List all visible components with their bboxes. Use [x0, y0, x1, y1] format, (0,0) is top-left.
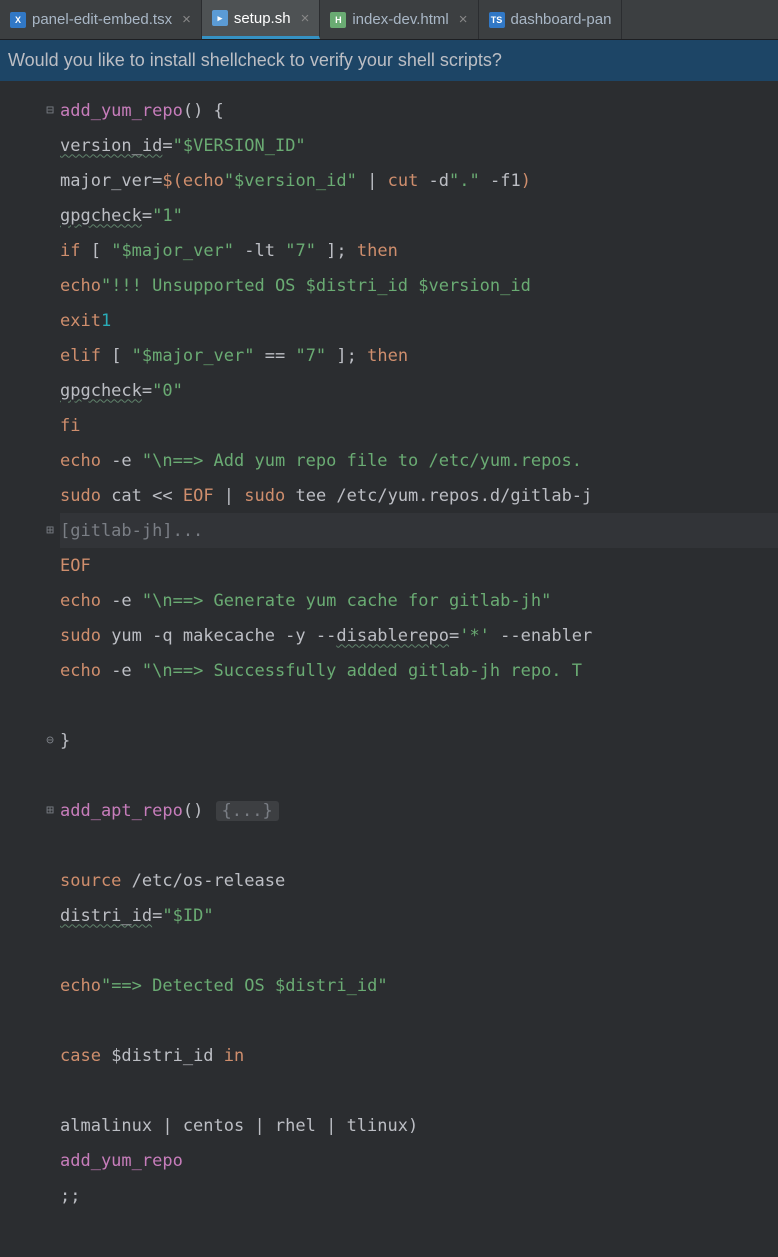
close-icon[interactable]: × [182, 11, 191, 28]
code-editor[interactable]: ⊟ ⊞ ⊖ ⊞ add_yum_repo() { vers [0, 81, 778, 1213]
fold-toggle-icon[interactable]: ⊟ [46, 103, 58, 118]
gutter: ⊟ ⊞ ⊖ ⊞ [0, 81, 60, 1213]
tab-label: panel-edit-embed.tsx [32, 11, 172, 28]
shellcheck-install-banner[interactable]: Would you like to install shellcheck to … [0, 40, 778, 81]
folded-body[interactable]: {...} [216, 801, 279, 821]
ts-file-icon: TS [489, 12, 505, 28]
html-file-icon: H [330, 12, 346, 28]
fold-close-icon[interactable]: ⊖ [46, 733, 58, 748]
function-name: add_apt_repo [60, 801, 183, 821]
variable-assignment: gpgcheck [60, 206, 142, 226]
variable-assignment: major_ver [60, 171, 152, 191]
function-name: add_yum_repo [60, 101, 183, 121]
variable-assignment: version_id [60, 136, 162, 156]
tab-panel-edit-embed[interactable]: X panel-edit-embed.tsx × [0, 0, 202, 39]
folded-region[interactable]: [gitlab-jh]... [60, 513, 778, 548]
tab-label: setup.sh [234, 10, 291, 27]
tab-index-dev-html[interactable]: H index-dev.html × [320, 0, 478, 39]
sh-file-icon: ▸ [212, 10, 228, 26]
tab-setup-sh[interactable]: ▸ setup.sh × [202, 0, 320, 39]
tab-dashboard-panel[interactable]: TS dashboard-pan [479, 0, 623, 39]
variable-assignment: gpgcheck [60, 381, 142, 401]
fold-expand-icon[interactable]: ⊞ [46, 523, 58, 538]
tab-label: index-dev.html [352, 11, 448, 28]
tsx-file-icon: X [10, 12, 26, 28]
variable-assignment: distri_id [60, 906, 152, 926]
close-icon[interactable]: × [459, 11, 468, 28]
editor-tabs: X panel-edit-embed.tsx × ▸ setup.sh × H … [0, 0, 778, 40]
code-content[interactable]: add_yum_repo() { version_id="$VERSION_ID… [60, 81, 778, 1213]
fold-expand-icon[interactable]: ⊞ [46, 803, 58, 818]
tab-label: dashboard-pan [511, 11, 612, 28]
close-icon[interactable]: × [301, 10, 310, 27]
